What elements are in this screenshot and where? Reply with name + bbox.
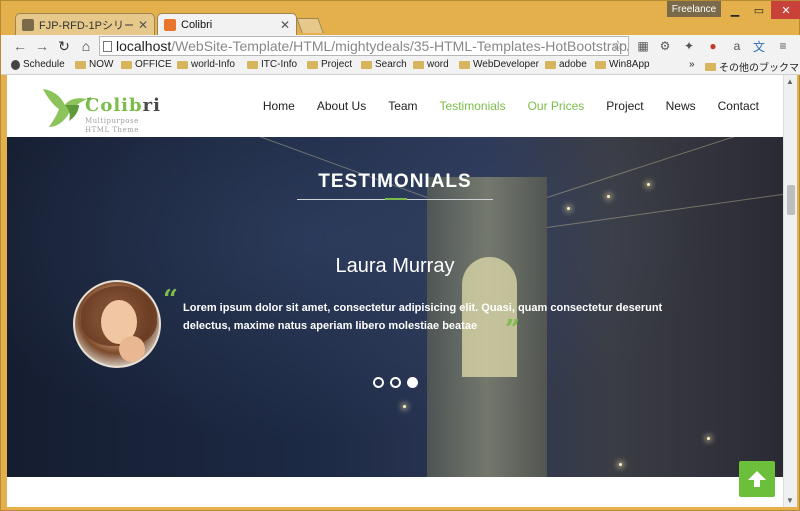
carousel-dot-3[interactable] <box>407 377 418 388</box>
tab-title: Colibri <box>181 18 213 31</box>
nav-our-prices[interactable]: Our Prices <box>528 99 585 113</box>
folder-icon <box>413 60 424 69</box>
address-bar[interactable]: localhost/WebSite-Template/HTML/mightyde… <box>99 36 629 56</box>
testimonial-content: TESTIMONIALS Laura Murray “ Lorem ipsum … <box>7 137 783 477</box>
extension-icon[interactable]: ▦ <box>635 38 651 54</box>
folder-icon <box>247 60 258 69</box>
tab-title: FJP-RFD-1Pシリーズ［1/ <box>39 19 133 32</box>
page-icon <box>103 41 112 52</box>
bookmark-schedule[interactable]: Schedule <box>11 59 65 70</box>
url-host: localhost <box>116 38 172 54</box>
folder-icon <box>121 60 132 69</box>
nav-project[interactable]: Project <box>606 99 643 113</box>
other-bookmarks[interactable]: その他のブックマーク <box>705 59 800 74</box>
bookmark-adobe[interactable]: adobe <box>545 59 587 70</box>
back-arrow-icon[interactable]: ← <box>11 37 29 55</box>
page-viewport: Colibri Multipurpose HTML Theme Home Abo… <box>7 75 783 507</box>
nav-news[interactable]: News <box>666 99 696 113</box>
folder-icon <box>307 60 318 69</box>
site-logo[interactable]: Colibri Multipurpose HTML Theme <box>39 81 161 134</box>
scroll-down-arrow-icon[interactable]: ▼ <box>786 496 794 505</box>
bookmarks-overflow-button[interactable]: » <box>689 59 695 70</box>
new-tab-button[interactable] <box>296 18 324 33</box>
profile-badge[interactable]: Freelance <box>667 1 721 17</box>
title-divider-accent <box>385 198 407 200</box>
close-window-icon[interactable]: ✕ <box>771 1 800 19</box>
puzzle-icon[interactable]: ✦ <box>681 38 697 54</box>
folder-icon <box>361 60 372 69</box>
logo-wordmark: Colibri <box>85 95 161 116</box>
carousel-dot-1[interactable] <box>373 377 384 388</box>
bookmarks-bar: Schedule NOW OFFICE world-Info ITC-Info … <box>1 57 800 75</box>
bookmark-word[interactable]: word <box>413 59 449 70</box>
home-icon[interactable]: ⌂ <box>77 37 95 55</box>
folder-icon <box>595 60 606 69</box>
apple-icon <box>11 59 20 70</box>
title-bar: FJP-RFD-1Pシリーズ［1/ ✕ Colibri ✕ Freelance … <box>1 1 800 35</box>
minimize-icon[interactable]: ▁ <box>723 1 747 19</box>
testimonial-quote: Lorem ipsum dolor sit amet, consectetur … <box>183 302 663 332</box>
tab-favicon <box>22 18 34 31</box>
bookmark-itc-info[interactable]: ITC-Info <box>247 59 297 70</box>
back-to-top-button[interactable] <box>739 461 775 497</box>
tab-colibri[interactable]: Colibri ✕ <box>157 13 297 35</box>
hummingbird-icon <box>43 89 91 127</box>
arrow-up-icon <box>748 471 766 487</box>
quote-close-icon: ” <box>505 315 520 345</box>
carousel-dot-2[interactable] <box>390 377 401 388</box>
bookmark-webdeveloper[interactable]: WebDeveloper <box>459 59 539 70</box>
quote-open-icon: “ <box>163 285 178 315</box>
bookmark-star-icon[interactable]: ☆ <box>611 37 624 54</box>
folder-icon <box>75 60 86 69</box>
logo-tagline: Multipurpose HTML Theme <box>85 117 139 134</box>
site-header: Colibri Multipurpose HTML Theme Home Abo… <box>7 75 783 137</box>
nav-contact[interactable]: Contact <box>718 99 759 113</box>
section-title: TESTIMONIALS <box>318 171 472 192</box>
author-avatar <box>73 280 161 368</box>
folder-icon <box>705 62 716 71</box>
folder-icon <box>177 60 188 69</box>
browser-toolbar: ← → ↻ ⌂ localhost/WebSite-Template/HTML/… <box>1 35 800 57</box>
forward-arrow-icon[interactable]: → <box>33 37 51 55</box>
nav-home[interactable]: Home <box>263 99 295 113</box>
bookmark-world-info[interactable]: world-Info <box>177 59 235 70</box>
browser-window: FJP-RFD-1Pシリーズ［1/ ✕ Colibri ✕ Freelance … <box>0 0 800 511</box>
url-path: /WebSite-Template/HTML/mightydeals/35-HT… <box>171 38 629 54</box>
nav-about-us[interactable]: About Us <box>317 99 366 113</box>
bookmark-project[interactable]: Project <box>307 59 352 70</box>
scrollbar-thumb[interactable] <box>787 185 795 215</box>
adblock-icon[interactable]: ● <box>705 38 721 54</box>
main-nav: Home About Us Team Testimonials Our Pric… <box>263 99 759 113</box>
bookmark-now[interactable]: NOW <box>75 59 113 70</box>
reload-icon[interactable]: ↻ <box>55 37 73 55</box>
tab-favicon <box>164 18 176 31</box>
tab-fjp[interactable]: FJP-RFD-1Pシリーズ［1/ ✕ <box>15 13 155 35</box>
bookmark-office[interactable]: OFFICE <box>121 59 172 70</box>
bookmark-win8app[interactable]: Win8App <box>595 59 650 70</box>
nav-testimonials[interactable]: Testimonials <box>440 99 506 113</box>
menu-icon[interactable]: ≡ <box>775 38 791 54</box>
testimonials-section: TESTIMONIALS Laura Murray “ Lorem ipsum … <box>7 137 783 477</box>
folder-icon <box>545 60 556 69</box>
vertical-scrollbar[interactable]: ▲ ▼ <box>783 75 797 507</box>
bookmark-search[interactable]: Search <box>361 59 407 70</box>
translate-icon[interactable]: 文 <box>751 38 767 54</box>
maximize-icon[interactable]: ▭ <box>747 1 771 19</box>
close-tab-icon[interactable]: ✕ <box>138 18 148 32</box>
settings-gear-icon[interactable]: ⚙ <box>657 38 673 54</box>
amazon-icon[interactable]: a <box>729 38 745 54</box>
folder-icon <box>459 60 470 69</box>
close-tab-icon[interactable]: ✕ <box>280 18 290 32</box>
scroll-up-arrow-icon[interactable]: ▲ <box>786 77 794 86</box>
nav-team[interactable]: Team <box>388 99 417 113</box>
testimonial-author: Laura Murray <box>335 255 455 277</box>
carousel-pagination <box>373 377 418 388</box>
